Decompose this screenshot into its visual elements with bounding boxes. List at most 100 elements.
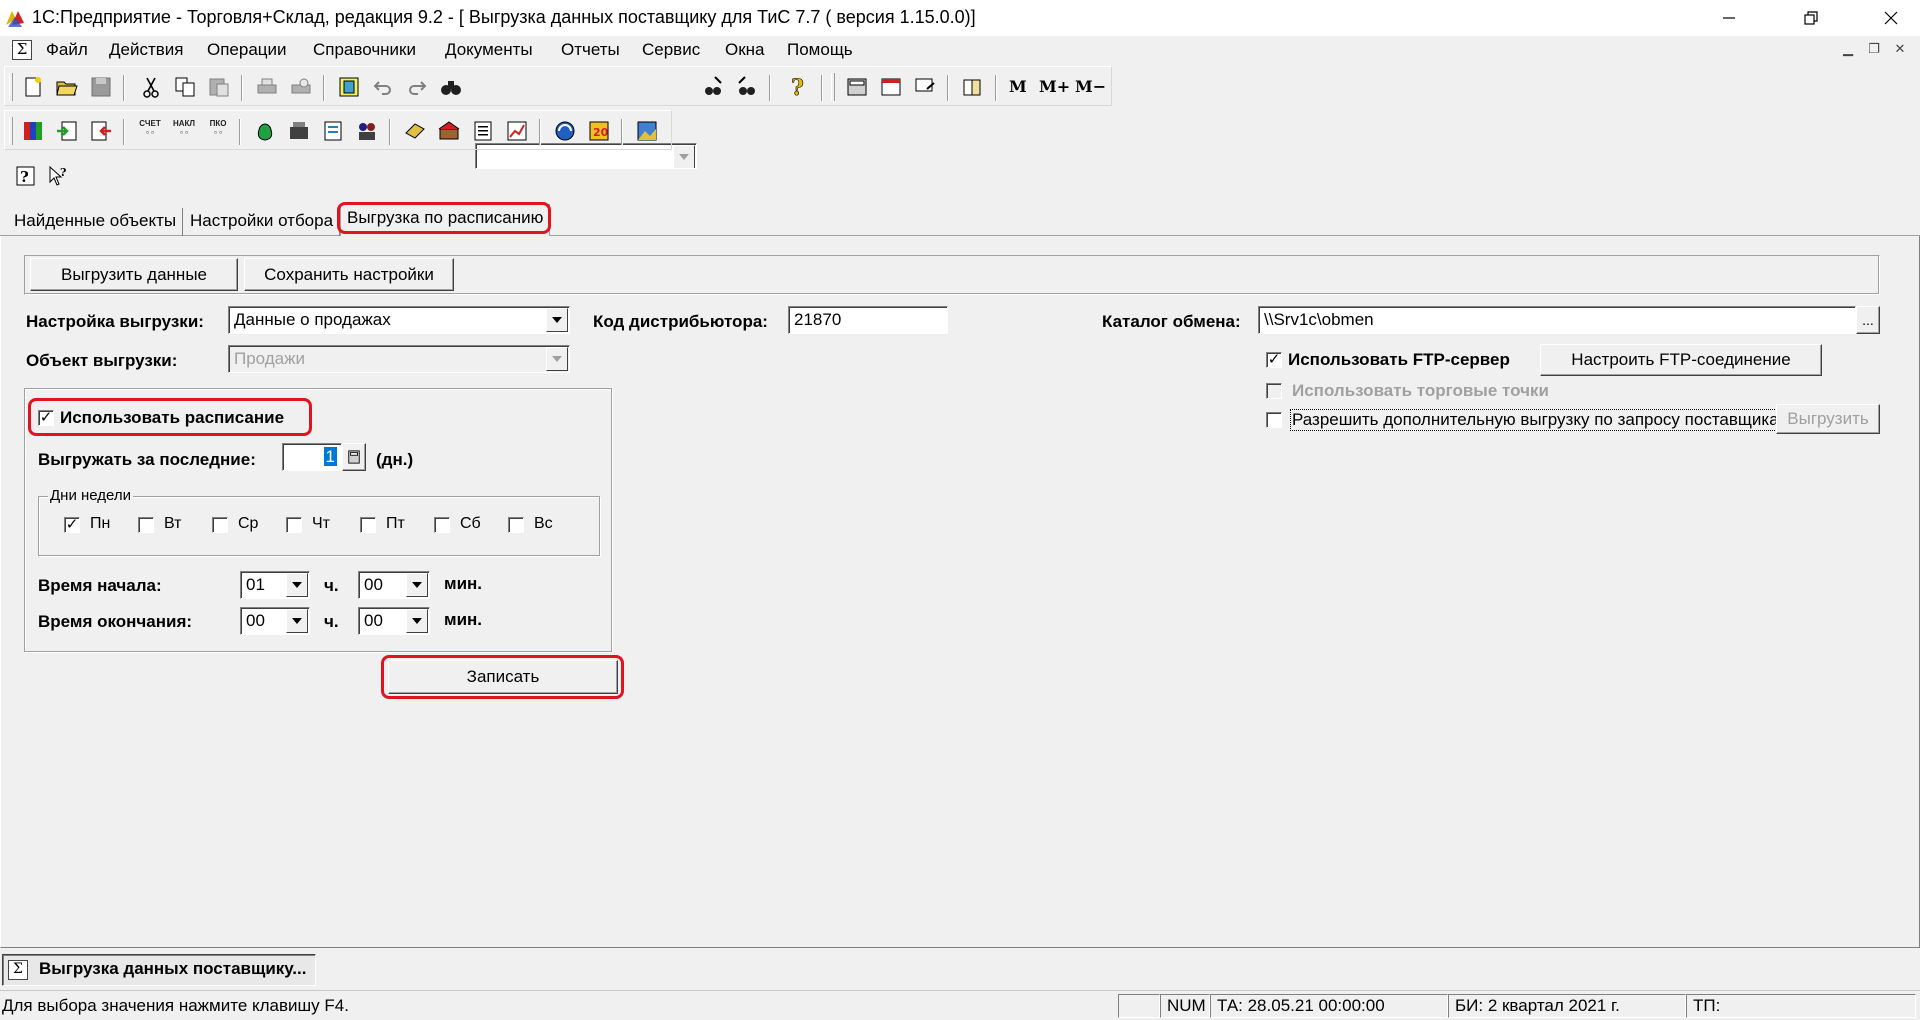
document-list-icon[interactable] (321, 119, 345, 143)
menu-windows[interactable]: Окна (725, 40, 765, 60)
expense-doc-icon[interactable] (89, 119, 113, 143)
money-bag-icon[interactable] (253, 119, 277, 143)
export-setting-dropdown[interactable] (546, 308, 568, 332)
goods-icon[interactable] (403, 119, 427, 143)
undo-icon[interactable] (371, 75, 395, 99)
weekday-tue-checkbox[interactable] (138, 517, 154, 533)
cut-icon[interactable] (139, 75, 163, 99)
start-minute-dropdown[interactable] (406, 573, 428, 597)
taskbar-window-button[interactable]: Выгрузка данных поставщику... (2, 954, 316, 986)
cash-register-icon[interactable] (287, 119, 311, 143)
start-hour-select[interactable]: 01 (240, 571, 310, 599)
memory-plus-button[interactable]: M+ (1039, 77, 1070, 96)
tab-filter-settings[interactable]: Настройки отбора (184, 208, 341, 236)
upload-data-button[interactable]: Выгрузить данные (30, 258, 238, 291)
browse-dir-button[interactable]: ... (1856, 306, 1880, 334)
redo-icon[interactable] (405, 75, 429, 99)
end-hour-dropdown[interactable] (286, 609, 308, 633)
menu-help[interactable]: Помощь (787, 40, 853, 60)
start-hour-dropdown[interactable] (286, 573, 308, 597)
find-next-icon[interactable] (701, 75, 725, 99)
contractors-icon[interactable] (355, 119, 379, 143)
journals-icon[interactable] (21, 119, 45, 143)
toolbar-grip[interactable] (9, 73, 13, 101)
income-doc-icon[interactable] (55, 119, 79, 143)
find-binoculars-icon[interactable] (439, 75, 463, 99)
image-icon[interactable] (635, 119, 659, 143)
svg-text:20: 20 (593, 126, 609, 139)
print-preview-icon[interactable] (289, 75, 313, 99)
new-document-icon[interactable] (21, 75, 45, 99)
print-icon[interactable] (255, 75, 279, 99)
save-icon[interactable] (89, 75, 113, 99)
end-hour-select[interactable]: 00 (240, 607, 310, 635)
menu-reports[interactable]: Отчеты (561, 40, 620, 60)
toolbar-separator (123, 75, 125, 101)
weekday-sun-checkbox[interactable] (508, 517, 524, 533)
end-minute-select[interactable]: 00 (358, 607, 430, 635)
upload-last-unit: (дн.) (376, 450, 414, 469)
paste-icon[interactable] (207, 75, 231, 99)
days-calculator-button[interactable] (342, 443, 366, 471)
start-minute-select[interactable]: 00 (358, 571, 430, 599)
mdi-restore-button[interactable]: ❐ (1864, 40, 1884, 58)
close-button[interactable] (1862, 0, 1920, 36)
invoice-icon[interactable]: СЧЕТ ▫ ▫ (137, 119, 163, 143)
toolbar-grip[interactable] (9, 117, 13, 145)
extra-upload-button: Выгрузить (1776, 404, 1880, 434)
upload-last-days-value: 1 (323, 447, 337, 466)
report-icon[interactable] (471, 119, 495, 143)
weekday-wed-checkbox[interactable] (212, 517, 228, 533)
exchange-dir-label: Каталог обмена: (1102, 312, 1241, 331)
distributor-code-input[interactable]: 21870 (788, 306, 948, 334)
minimize-button[interactable] (1700, 0, 1758, 36)
tab-found-objects[interactable]: Найденные объекты (8, 208, 184, 236)
open-folder-icon[interactable] (55, 75, 79, 99)
warehouse-icon[interactable] (437, 119, 461, 143)
context-help-icon[interactable]: ? (14, 164, 40, 190)
syntax-helper-icon[interactable] (961, 75, 985, 99)
chart-report-icon[interactable] (505, 119, 529, 143)
exchange-dir-input[interactable]: \\Srv1c\obmen (1258, 306, 1856, 334)
menu-catalogs[interactable]: Справочники (313, 40, 416, 60)
waybill-icon[interactable]: НАКЛ ▫ ▫ (171, 119, 197, 143)
menu-documents[interactable]: Документы (445, 40, 533, 60)
exchange-icon[interactable] (553, 119, 577, 143)
sigma-icon[interactable]: Σ (12, 40, 32, 60)
menu-operations[interactable]: Операции (207, 40, 287, 60)
calendar-icon[interactable] (879, 75, 903, 99)
export-setting-select[interactable]: Данные о продажах (228, 306, 570, 334)
help-question-icon[interactable]: ? (785, 75, 809, 99)
mdi-close-button[interactable]: ✕ (1890, 40, 1910, 58)
menu-service[interactable]: Сервис (642, 40, 700, 60)
use-ftp-checkbox[interactable]: ✓ (1266, 352, 1282, 368)
menu-file[interactable]: Файл (46, 40, 88, 60)
calculator-icon[interactable] (845, 75, 869, 99)
end-minute-dropdown[interactable] (406, 609, 428, 633)
weekday-fri-checkbox[interactable] (360, 517, 376, 533)
tab-highlight (337, 202, 551, 234)
weekday-sat-checkbox[interactable] (434, 517, 450, 533)
cash-receipt-icon[interactable]: ПКО ▫ ▫ (205, 119, 231, 143)
toolbar-grip[interactable] (831, 73, 835, 101)
ftp-settings-button[interactable]: Настроить FTP-соединение (1540, 344, 1822, 376)
save-settings-button[interactable]: Сохранить настройки (244, 258, 454, 291)
allow-extra-upload-checkbox[interactable] (1266, 412, 1282, 428)
memory-minus-button[interactable]: M− (1075, 77, 1106, 96)
upload-last-days-input[interactable]: 1 (282, 443, 342, 471)
memory-button[interactable]: M (1009, 77, 1027, 96)
restore-button[interactable] (1782, 0, 1840, 36)
search-combo-dropdown[interactable] (673, 145, 695, 168)
period-close-icon[interactable]: 20 (587, 119, 611, 143)
properties-icon[interactable] (337, 75, 361, 99)
mdi-minimize-button[interactable]: ▁ (1838, 40, 1858, 58)
message-icon[interactable] (913, 75, 937, 99)
svg-text:?: ? (20, 168, 29, 186)
menu-actions[interactable]: Действия (109, 40, 183, 60)
toolbar-separator (995, 75, 997, 101)
copy-icon[interactable] (173, 75, 197, 99)
pointer-help-icon[interactable]: ? (46, 164, 72, 190)
find-prev-icon[interactable] (735, 75, 759, 99)
weekday-thu-checkbox[interactable] (286, 517, 302, 533)
weekday-mon-checkbox[interactable]: ✓ (64, 517, 80, 533)
